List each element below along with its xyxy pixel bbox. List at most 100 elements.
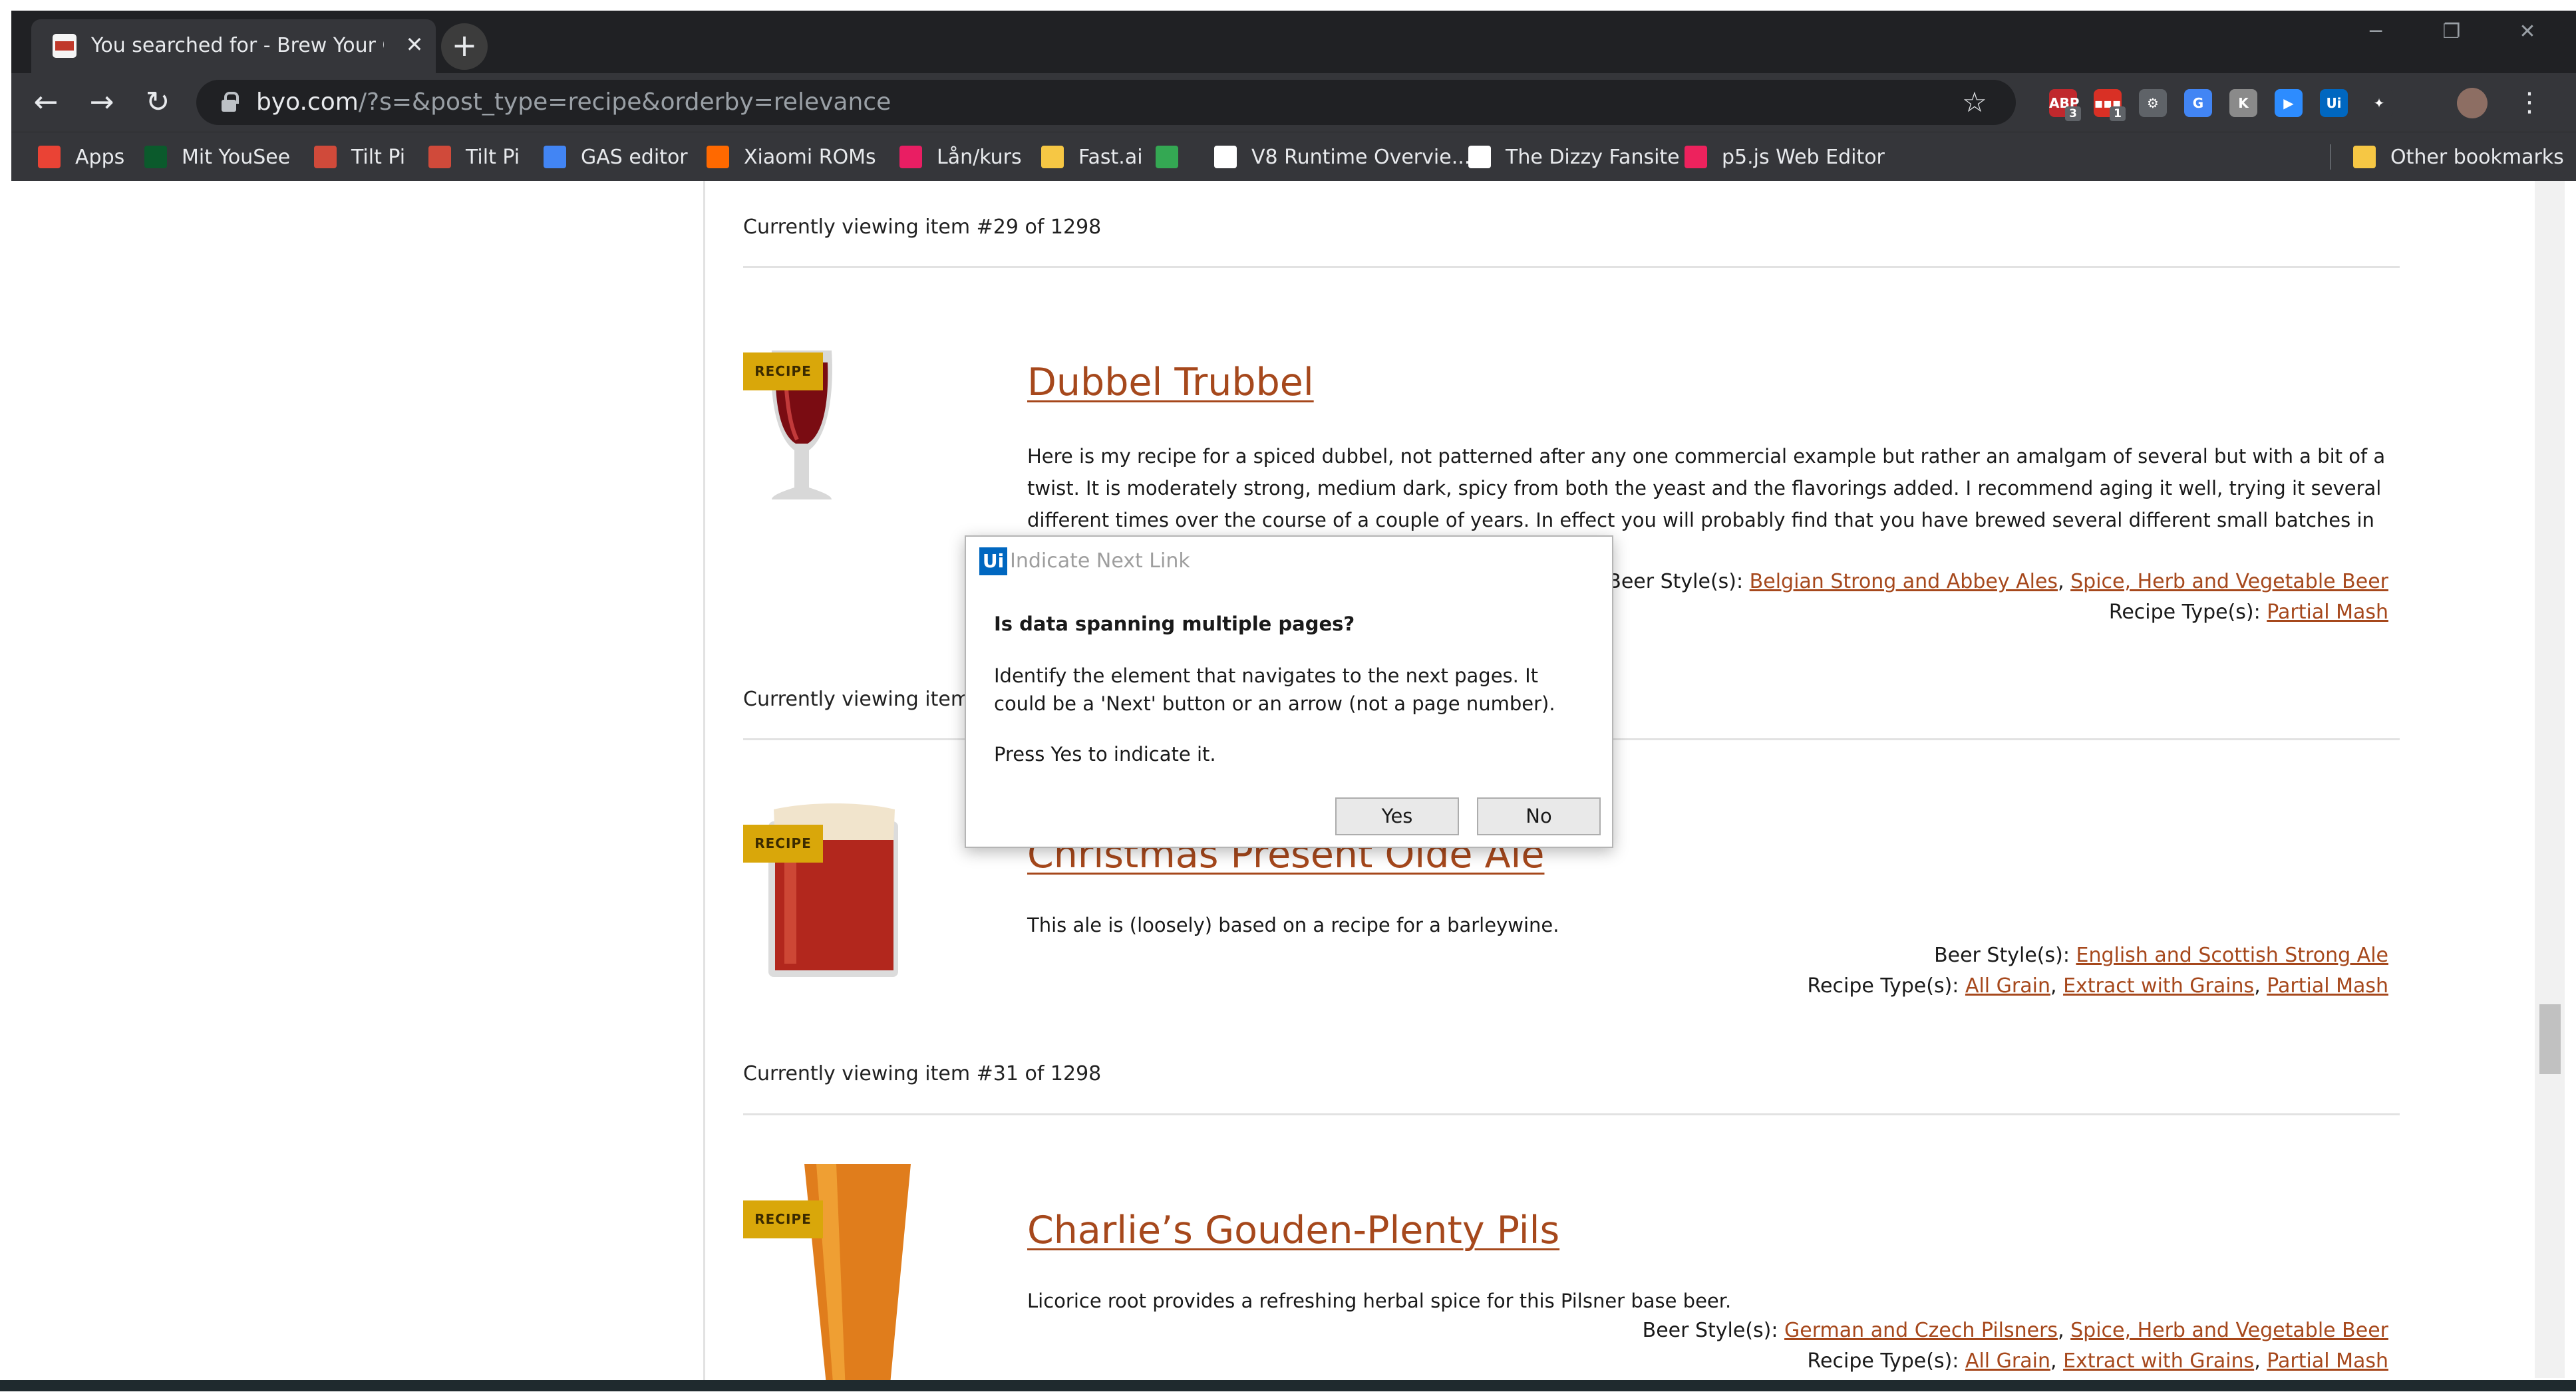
bookmark-label: Lån/kurs [937,145,1022,169]
bookmark-item[interactable] [1156,132,1193,182]
lock-icon[interactable] [220,92,239,113]
taskbar-edge [0,1380,2576,1391]
recipe-badge: RECIPE [743,1200,823,1238]
url-text[interactable]: byo.com/?s=&post_type=recipe&orderby=rel… [256,86,891,118]
yes-button[interactable]: Yes [1335,797,1459,835]
recipe-types: Recipe Type(s): Partial Mash [2108,601,2388,624]
browser-window: You searched for - Brew Your Own ✕ + ─ ❐… [11,11,2576,181]
beer-style-link[interactable]: Belgian Strong and Abbey Ales [1750,570,2058,593]
bookmark-item[interactable]: The Dizzy Fansite [1468,132,1680,182]
bookmark-label: Tilt Pi [466,145,520,169]
recipe-type-link[interactable]: Partial Mash [2267,601,2388,624]
xiaomi-icon [707,146,729,168]
extension-icon[interactable]: ▪▪▪ 1 [2094,89,2126,121]
bookmark-icon [899,146,922,168]
minimize-button[interactable]: ─ [2338,11,2414,53]
other-bookmarks[interactable]: Other bookmarks [2353,132,2564,182]
extension-icon[interactable]: ABP 3 [2049,89,2081,121]
recipe-description: Here is my recipe for a spiced dubbel, n… [1027,445,2386,531]
recipe-type-link[interactable]: Extract with Grains [2063,974,2254,998]
bookmarks-bar: Apps Mit YouSee Tilt Pi Tilt Pi GAS editor Xi… [11,132,2576,181]
extension-badge: 3 [2065,106,2081,121]
bookmark-label: The Dizzy Fansite [1506,145,1680,169]
extension-icon[interactable]: Ui [2320,89,2348,117]
google-drive-icon [1156,146,1178,168]
address-bar[interactable]: byo.com/?s=&post_type=recipe&orderby=rel… [196,80,2016,125]
page-scrollbar[interactable] [2535,181,2565,1378]
bookmark-item[interactable]: Tilt Pi [314,132,405,182]
extension-icon[interactable]: ▶ [2275,89,2303,117]
dialog-question: Is data spanning multiple pages? [994,613,1355,635]
bookmark-label: Tilt Pi [351,145,406,169]
folder-icon [1041,146,1064,168]
bookmark-item[interactable]: Tilt Pi [428,132,520,182]
recipe-title-link[interactable]: Charlie’s Gouden-Plenty Pils [1027,1207,1559,1254]
recipe-type-link[interactable]: Partial Mash [2267,974,2388,998]
apps-script-icon [1214,146,1237,168]
recipe-type-link[interactable]: All Grain [1965,1349,2050,1373]
bookmark-label: Mit YouSee [182,145,291,169]
site-favicon-icon [53,34,77,58]
bookmark-item[interactable]: Apps [38,132,124,182]
bookmark-item[interactable]: Mit YouSee [144,132,290,182]
globe-icon [1468,146,1491,168]
beer-style-link[interactable]: Spice, Herb and Vegetable Beer [2070,1319,2388,1342]
divider [743,1113,2400,1115]
tab-active[interactable]: You searched for - Brew Your Own ✕ [31,19,436,73]
bookmark-star-icon[interactable]: ☆ [1956,84,1993,121]
bookmark-label: Fast.ai [1078,145,1143,169]
extension-icon[interactable]: G [2184,89,2212,117]
browser-menu-icon[interactable]: ⋮ [2516,82,2543,122]
uipath-logo-icon: Ui [979,547,1007,575]
tilt-pi-icon [428,146,451,168]
bookmark-item[interactable]: Lån/kurs [899,132,1022,182]
recipe-badge: RECIPE [743,825,823,863]
recipe-description: This ale is (loosely) based on a recipe … [1027,914,1559,936]
extension-icon[interactable]: ✦ [2365,89,2393,117]
browser-toolbar: ← → ↻ byo.com/?s=&post_type=recipe&order… [11,73,2576,132]
tilt-pi-icon [314,146,337,168]
recipe-description: Licorice root provides a refreshing herb… [1027,1290,1732,1312]
gas-editor-icon [544,146,566,168]
tab-title: You searched for - Brew Your Own [91,34,384,57]
bookmark-label: Xiaomi ROMs [744,145,876,169]
tab-close-icon[interactable]: ✕ [401,31,428,58]
restore-button[interactable]: ❐ [2414,11,2490,53]
beer-style-link[interactable]: Spice, Herb and Vegetable Beer [2070,570,2388,593]
dialog-title: Indicate Next Link [1010,549,1190,573]
extension-icon[interactable]: ⚙ [2139,89,2167,117]
yousee-icon [144,146,167,168]
extension-icon[interactable]: K [2229,89,2257,117]
bookmark-item[interactable]: GAS editor [544,132,688,182]
dialog-body: Identify the element that navigates to t… [994,664,1555,715]
no-button[interactable]: No [1477,797,1601,835]
reload-icon[interactable]: ↻ [138,82,178,122]
back-arrow-icon[interactable]: ← [26,82,66,122]
profile-avatar[interactable] [2457,88,2488,118]
recipe-title-link[interactable]: Dubbel Trubbel [1027,359,1314,406]
recipe-badge: RECIPE [743,352,823,390]
bookmark-item[interactable]: p5.js Web Editor [1685,132,1885,182]
beer-style-link[interactable]: English and Scottish Strong Ale [2076,944,2388,967]
new-tab-button[interactable]: + [441,23,488,70]
scrollbar-thumb[interactable] [2539,1004,2561,1074]
forward-arrow-icon[interactable]: → [82,82,122,122]
content-left-border [703,181,705,1391]
item-counter: Currently viewing item #31 of 1298 [743,1062,1102,1085]
bookmark-item[interactable]: V8 Runtime Overvie... [1214,132,1470,182]
beer-style-link[interactable]: German and Czech Pilsners [1784,1319,2058,1342]
divider [743,266,2400,268]
recipe-type-link[interactable]: Extract with Grains [2063,1349,2254,1373]
close-window-button[interactable]: ✕ [2490,11,2565,53]
recipe-type-link[interactable]: Partial Mash [2267,1349,2388,1373]
indicate-next-link-dialog: Ui Indicate Next Link Is data spanning m… [965,535,1613,848]
dialog-instruction: Press Yes to indicate it. [994,743,1216,766]
apps-grid-icon [38,146,61,168]
pilsner-glass-image[interactable] [790,1164,923,1391]
item-counter: Currently viewing item #29 of 1298 [743,215,1102,239]
recipe-type-link[interactable]: All Grain [1965,974,2050,998]
bookmark-item[interactable]: Xiaomi ROMs [707,132,876,182]
recipe-types: Recipe Type(s): All Grain, Extract with … [1807,974,2388,998]
bookmark-item[interactable]: Fast.ai [1041,132,1143,182]
other-bookmarks-label: Other bookmarks [2390,145,2564,169]
